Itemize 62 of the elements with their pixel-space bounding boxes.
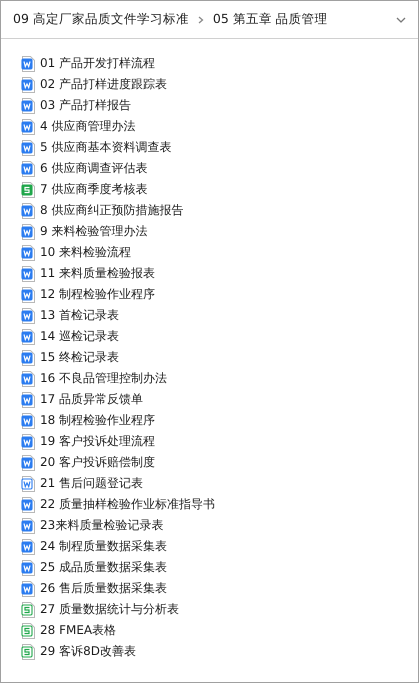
document-icon bbox=[21, 98, 35, 114]
dropdown-icon[interactable] bbox=[396, 16, 406, 22]
file-item[interactable]: 16 不良品管理控制办法 bbox=[21, 368, 170, 389]
document-icon bbox=[21, 350, 35, 366]
file-item[interactable]: 15 终检记录表 bbox=[21, 347, 122, 368]
file-item[interactable]: 13 首检记录表 bbox=[21, 305, 122, 326]
document-icon bbox=[21, 160, 35, 176]
document-icon bbox=[21, 454, 35, 470]
document-icon bbox=[21, 580, 35, 596]
spreadsheet-icon bbox=[21, 622, 35, 638]
file-item[interactable]: 12 制程检验作业程序 bbox=[21, 284, 158, 305]
file-item[interactable]: 9 来料检验管理办法 bbox=[21, 221, 150, 242]
document-icon bbox=[21, 266, 35, 282]
spreadsheet-icon bbox=[21, 644, 35, 660]
document-icon bbox=[21, 286, 35, 302]
document-icon bbox=[21, 560, 35, 576]
file-item[interactable]: 18 制程检验作业程序 bbox=[21, 410, 158, 431]
document-icon bbox=[21, 434, 35, 450]
file-item[interactable]: 14 巡检记录表 bbox=[21, 326, 122, 347]
spreadsheet-icon bbox=[21, 182, 35, 198]
file-item[interactable]: 6 供应商调查评估表 bbox=[21, 158, 150, 179]
file-item[interactable]: 03 产品打样报告 bbox=[21, 95, 134, 116]
file-item[interactable]: 5 供应商基本资料调查表 bbox=[21, 137, 174, 158]
spreadsheet-icon bbox=[21, 602, 35, 618]
file-item[interactable]: 02 产品打样进度跟踪表 bbox=[21, 74, 170, 95]
file-item[interactable]: 11 来料质量检验报表 bbox=[21, 263, 158, 284]
document-icon bbox=[21, 202, 35, 218]
document-icon bbox=[21, 412, 35, 428]
file-item[interactable]: 01 产品开发打样流程 bbox=[21, 53, 158, 74]
document-icon bbox=[21, 224, 35, 240]
file-item[interactable]: 17 品质异常反馈单 bbox=[21, 389, 146, 410]
breadcrumb-item[interactable]: 09 高定厂家品质文件学习标准 bbox=[13, 11, 189, 28]
file-item[interactable]: 29 客诉8D改善表 bbox=[21, 641, 138, 662]
file-item[interactable]: 21 售后问题登记表 bbox=[21, 473, 146, 494]
file-item[interactable]: 20 客户投诉赔偿制度 bbox=[21, 452, 158, 473]
document-icon bbox=[21, 496, 35, 512]
document-icon bbox=[21, 244, 35, 260]
file-item[interactable]: 4 供应商管理办法 bbox=[21, 116, 138, 137]
file-item[interactable]: 26 售后质量数据采集表 bbox=[21, 578, 170, 599]
file-item[interactable]: 22 质量抽样检验作业标准指导书 bbox=[21, 494, 218, 515]
file-item[interactable]: 27 质量数据统计与分析表 bbox=[21, 599, 182, 620]
document-icon bbox=[21, 328, 35, 344]
chevron-icon bbox=[198, 16, 204, 24]
file-item[interactable]: 25 成品质量数据采集表 bbox=[21, 557, 170, 578]
file-item[interactable]: 10 来料检验流程 bbox=[21, 242, 134, 263]
file-item[interactable]: 24 制程质量数据采集表 bbox=[21, 536, 170, 557]
file-item[interactable]: 23来料质量检验记录表 bbox=[21, 515, 166, 536]
document-icon bbox=[21, 56, 35, 72]
document-icon bbox=[21, 308, 35, 324]
breadcrumb-item[interactable]: 05 第五章 品质管理 bbox=[212, 11, 328, 28]
document-icon bbox=[21, 118, 35, 134]
document-icon bbox=[21, 476, 35, 492]
document-icon bbox=[21, 518, 35, 534]
document-icon bbox=[21, 538, 35, 554]
file-item[interactable]: 7 供应商季度考核表 bbox=[21, 179, 150, 200]
document-icon bbox=[21, 140, 35, 156]
document-icon bbox=[21, 392, 35, 408]
file-item[interactable]: 28 FMEA表格 bbox=[21, 620, 118, 641]
file-item[interactable]: 19 客户投诉处理流程 bbox=[21, 431, 158, 452]
document-icon bbox=[21, 370, 35, 386]
file-item[interactable]: 8 供应商纠正预防措施报告 bbox=[21, 200, 186, 221]
document-icon bbox=[21, 76, 35, 92]
